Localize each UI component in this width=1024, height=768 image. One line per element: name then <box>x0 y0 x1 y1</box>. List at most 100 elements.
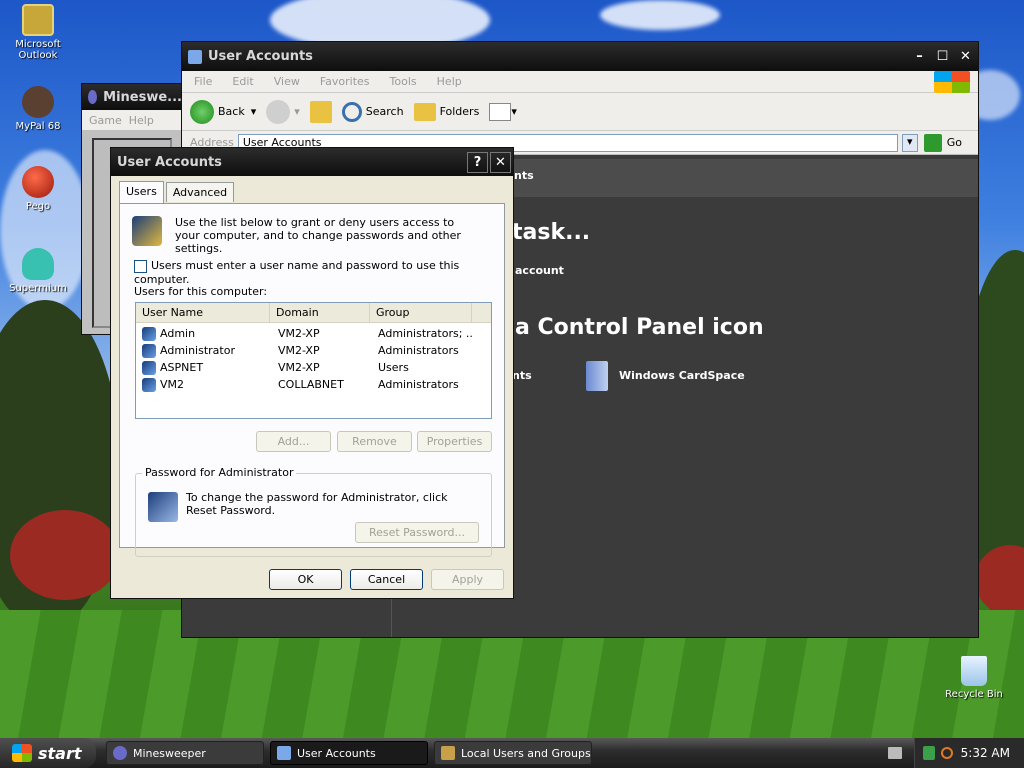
menu-tools[interactable]: Tools <box>390 75 417 88</box>
column-user-name[interactable]: User Name <box>136 303 270 322</box>
views-button[interactable]: ▾ <box>489 102 517 121</box>
close-button[interactable]: ✕ <box>955 46 976 67</box>
back-button[interactable]: Back ▾ <box>190 99 257 124</box>
menu-game[interactable]: Game <box>89 114 122 127</box>
user-domain: VM2-XP <box>278 344 320 357</box>
close-button[interactable]: ✕ <box>490 151 511 173</box>
address-dropdown[interactable]: ▾ <box>901 133 918 152</box>
task-local-users[interactable]: Local Users and Groups <box>434 741 592 765</box>
cancel-button[interactable]: Cancel <box>350 569 423 590</box>
checkbox[interactable] <box>134 259 147 273</box>
help-button[interactable]: ? <box>467 151 488 173</box>
cloud <box>600 0 720 30</box>
menu-edit[interactable]: Edit <box>232 75 253 88</box>
menu-help[interactable]: Help <box>437 75 462 88</box>
start-label: start <box>38 743 82 763</box>
explorer-toolbar: Back ▾ ▾ Search Folders ▾ <box>182 93 978 131</box>
task-link[interactable]: account <box>515 264 564 277</box>
remove-button[interactable]: Remove <box>337 431 412 452</box>
desktop-icon-label: Recycle Bin <box>945 689 1003 700</box>
reset-password-button[interactable]: Reset Password... <box>355 522 479 543</box>
desktop-icon-pego[interactable]: Pego <box>0 166 76 212</box>
search-icon[interactable] <box>940 747 953 759</box>
chevron-down-icon[interactable]: ▾ <box>251 105 257 118</box>
windows-logo-icon <box>12 744 32 762</box>
user-accounts-dialog[interactable]: User Accounts ? ✕ Users Advanced Use the… <box>110 147 514 599</box>
user-icon <box>142 343 156 358</box>
desktop-icon-supermium[interactable]: Supermium <box>0 248 76 294</box>
users-keys-icon <box>132 216 162 246</box>
outlook-icon <box>22 4 54 36</box>
back-label: Back <box>218 105 245 118</box>
search-button[interactable]: Search <box>341 101 404 122</box>
clock[interactable]: 5:32 AM <box>961 746 1010 760</box>
task-user-accounts[interactable]: User Accounts <box>270 741 428 765</box>
user-domain: VM2-XP <box>278 361 320 374</box>
menu-help[interactable]: Help <box>129 114 154 127</box>
menu-favorites[interactable]: Favorites <box>320 75 370 88</box>
network-icon[interactable] <box>922 746 935 760</box>
column-group[interactable]: Group <box>370 303 472 322</box>
minesweeper-titlebar[interactable]: Mineswe... <box>82 84 182 110</box>
windows-logo-icon <box>934 70 970 93</box>
chevron-down-icon[interactable]: ▾ <box>294 105 300 118</box>
keyboard-icon[interactable] <box>888 747 902 759</box>
go-label: Go <box>946 136 962 149</box>
forward-button[interactable]: ▾ <box>266 99 300 124</box>
cardspace-icon[interactable] <box>586 361 608 391</box>
require-password-checkbox[interactable]: Users must enter a user name and passwor… <box>134 259 504 286</box>
password-groupbox: Password for Administrator To change the… <box>135 466 492 557</box>
views-icon <box>489 102 512 121</box>
table-row[interactable]: Admin VM2-XP Administrators; ... <box>136 325 491 342</box>
raccoon-icon <box>22 86 54 118</box>
checkbox-label: Users must enter a user name and passwor… <box>134 259 460 286</box>
tab-users[interactable]: Users <box>119 181 164 203</box>
task-minesweeper[interactable]: Minesweeper <box>106 741 264 765</box>
user-icon <box>142 377 156 392</box>
chevron-down-icon[interactable]: ▾ <box>511 105 517 118</box>
header-text: nts <box>514 169 534 182</box>
folders-button[interactable]: Folders <box>413 102 479 121</box>
minimize-button[interactable]: – <box>909 46 930 67</box>
up-folder-button[interactable] <box>309 100 332 123</box>
table-row[interactable]: VM2 COLLABNET Administrators <box>136 376 491 393</box>
properties-button[interactable]: Properties <box>417 431 492 452</box>
task-label: User Accounts <box>297 746 376 760</box>
menu-view[interactable]: View <box>274 75 300 88</box>
explorer-titlebar[interactable]: User Accounts – ☐ ✕ <box>182 42 978 71</box>
user-computer-icon <box>148 492 178 522</box>
start-button[interactable]: start <box>0 738 96 768</box>
column-domain[interactable]: Domain <box>270 303 370 322</box>
pego-icon <box>22 166 54 198</box>
user-icon <box>142 360 156 375</box>
user-group: Administrators <box>378 378 459 391</box>
desktop-icon-label: Supermium <box>9 283 67 294</box>
dialog-titlebar[interactable]: User Accounts ? ✕ <box>111 148 513 176</box>
add-button[interactable]: Add... <box>256 431 331 452</box>
users-icon <box>441 746 455 760</box>
dialog-title: User Accounts <box>117 154 222 170</box>
explorer-title: User Accounts <box>208 49 313 64</box>
icon-link-user-accounts[interactable]: nts <box>512 369 532 382</box>
tab-advanced[interactable]: Advanced <box>165 182 235 202</box>
table-row[interactable]: ASPNET VM2-XP Users <box>136 359 491 376</box>
icon-link-cardspace[interactable]: Windows CardSpace <box>619 369 745 382</box>
desktop-icon-recycle-bin[interactable]: Recycle Bin <box>936 656 1012 700</box>
ok-button[interactable]: OK <box>269 569 342 590</box>
table-row[interactable]: Administrator VM2-XP Administrators <box>136 342 491 359</box>
users-list[interactable]: User Name Domain Group Admin VM2-XP Admi… <box>135 302 492 419</box>
user-domain: COLLABNET <box>278 378 344 391</box>
desktop-icon-outlook[interactable]: Microsoft Outlook <box>0 4 76 61</box>
password-group-label: Password for Administrator <box>142 466 297 479</box>
maximize-button[interactable]: ☐ <box>932 46 953 67</box>
pick-icon-heading: a Control Panel icon <box>515 315 764 340</box>
back-arrow-icon <box>190 99 214 124</box>
menu-file[interactable]: File <box>194 75 212 88</box>
minesweeper-menubar: Game Help <box>82 110 182 130</box>
desktop-icon-mypal[interactable]: MyPal 68 <box>0 86 76 132</box>
go-button[interactable]: Go <box>923 133 962 152</box>
list-header: User Name Domain Group <box>136 303 491 323</box>
apply-button[interactable]: Apply <box>431 569 504 590</box>
user-group: Administrators; ... <box>378 327 474 340</box>
user-group: Users <box>378 361 409 374</box>
